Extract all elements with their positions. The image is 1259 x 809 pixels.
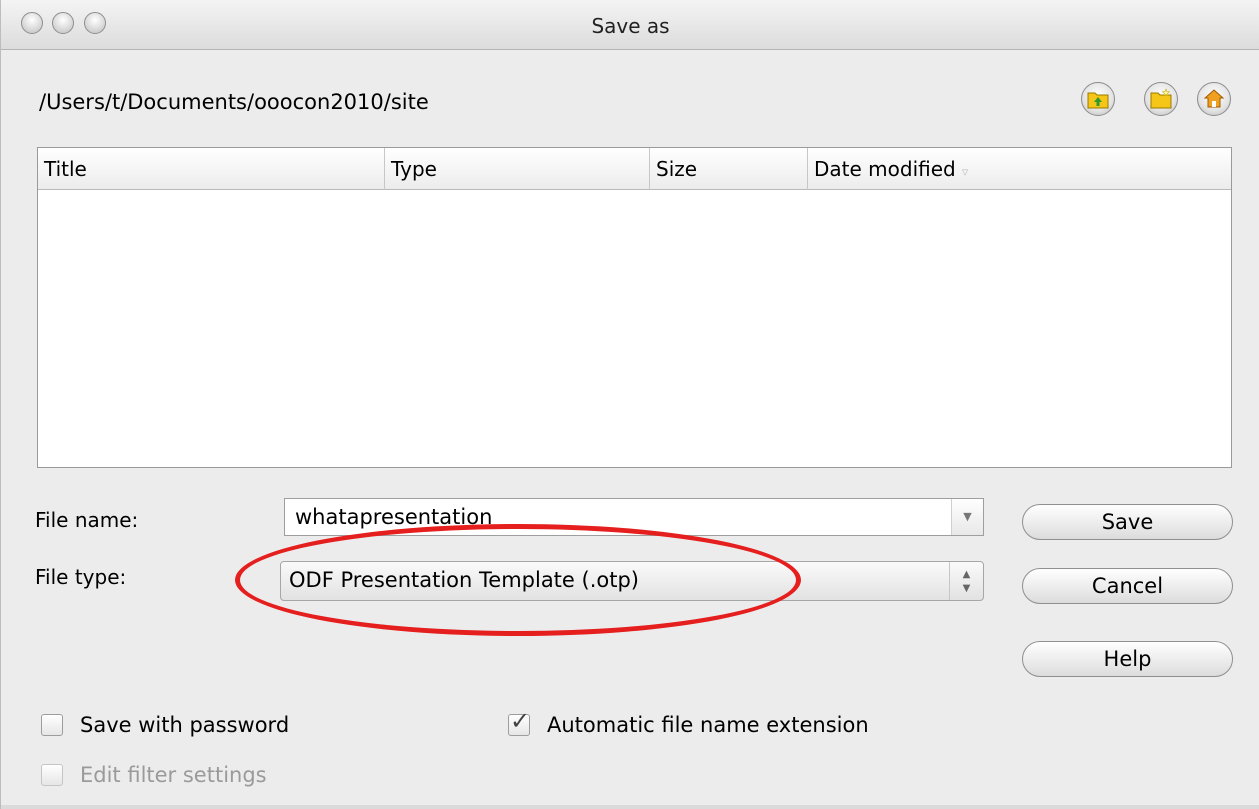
file-type-select[interactable]: ODF Presentation Template (.otp) ▲ ▼: [280, 561, 984, 601]
home-button[interactable]: [1197, 82, 1231, 116]
file-name-input[interactable]: whatapresentation ▼: [284, 498, 984, 536]
window-bottom-edge: [1, 805, 1259, 809]
new-folder-button[interactable]: [1144, 82, 1178, 116]
edit-filter-checkbox: [41, 764, 63, 786]
auto-extension-checkbox[interactable]: ✓: [508, 707, 530, 736]
file-name-value[interactable]: whatapresentation: [295, 505, 492, 529]
folder-up-button[interactable]: [1081, 82, 1115, 116]
help-button[interactable]: Help: [1022, 641, 1233, 677]
save-button[interactable]: Save: [1022, 504, 1233, 540]
column-date-label: Date modified: [814, 157, 956, 181]
chevron-down-icon[interactable]: ▼: [951, 499, 983, 535]
save-with-password-checkbox[interactable]: [41, 714, 63, 736]
edit-filter-label: Edit filter settings: [80, 763, 267, 787]
save-with-password-label: Save with password: [80, 713, 290, 737]
column-date-modified[interactable]: Date modified ▿: [808, 148, 1231, 190]
file-type-label: File type:: [35, 565, 127, 589]
current-path: /Users/t/Documents/ooocon2010/site: [39, 90, 429, 114]
auto-extension-label: Automatic file name extension: [547, 713, 869, 737]
file-list[interactable]: Title Type Size Date modified ▿: [37, 147, 1232, 468]
column-title[interactable]: Title: [38, 148, 385, 190]
cancel-button[interactable]: Cancel: [1022, 568, 1233, 604]
new-folder-icon: [1150, 88, 1172, 109]
column-size[interactable]: Size: [650, 148, 808, 190]
auto-extension-option[interactable]: ✓ Automatic file name extension: [508, 707, 869, 737]
file-type-value: ODF Presentation Template (.otp): [289, 568, 639, 592]
checkmark-icon: ✓: [510, 707, 531, 735]
title-bar[interactable]: Save as: [1, 0, 1259, 50]
edit-filter-option: Edit filter settings: [41, 763, 267, 787]
home-icon: [1203, 89, 1225, 108]
file-name-label: File name:: [35, 508, 139, 532]
save-with-password-option[interactable]: Save with password: [41, 713, 289, 737]
sort-descending-icon: ▿: [961, 165, 969, 180]
column-type[interactable]: Type: [385, 148, 650, 190]
updown-chevron-icon[interactable]: ▲ ▼: [949, 562, 983, 600]
folder-up-icon: [1087, 92, 1109, 109]
window-title: Save as: [591, 14, 670, 38]
file-list-header: Title Type Size Date modified ▿: [38, 148, 1231, 190]
save-as-dialog: Save as /Users/t/Documents/ooocon2010/si…: [0, 0, 1259, 809]
